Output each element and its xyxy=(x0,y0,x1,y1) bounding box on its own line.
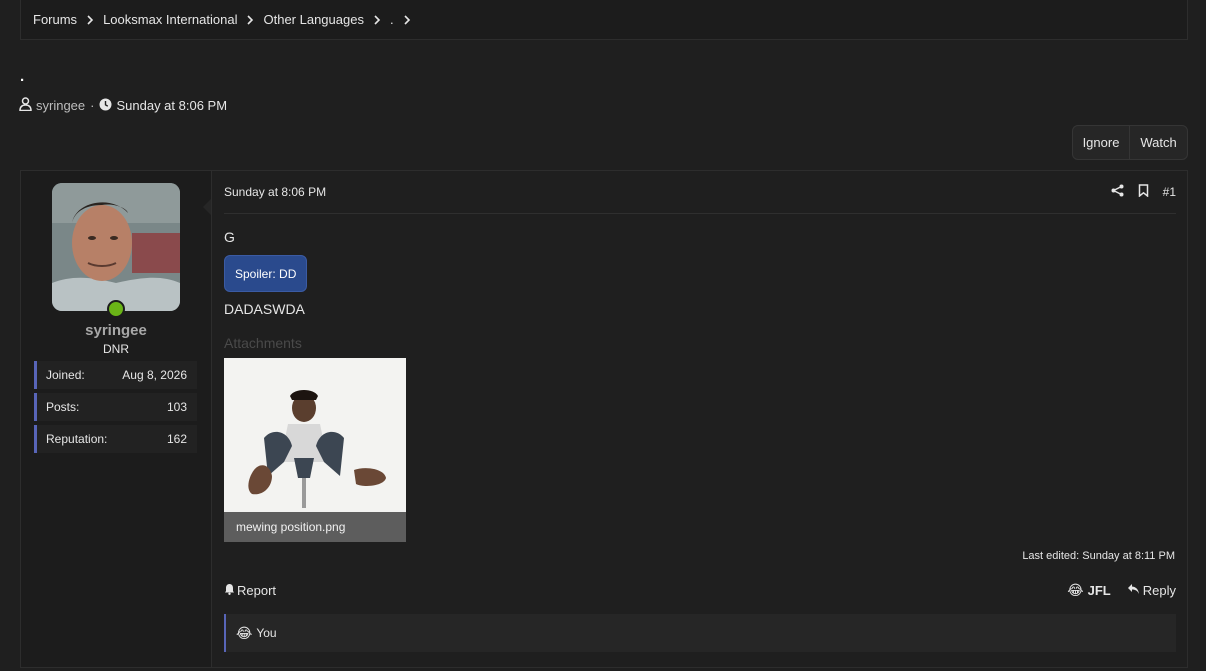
jfl-label: JFL xyxy=(1087,582,1111,598)
thread-author-link[interactable]: syringee xyxy=(36,98,85,113)
stat-posts: Posts: 103 xyxy=(34,393,197,421)
chevron-right-icon xyxy=(372,14,382,25)
breadcrumb-other-languages[interactable]: Other Languages xyxy=(263,12,363,27)
stat-value: 162 xyxy=(166,432,187,446)
stat-label: Reputation: xyxy=(46,432,108,446)
stat-value: 103 xyxy=(166,400,187,414)
laughing-emoji-icon: 😂 xyxy=(1067,582,1084,598)
breadcrumb-looksmax-international[interactable]: Looksmax International xyxy=(103,12,237,27)
ignore-button[interactable]: Ignore xyxy=(1073,126,1130,159)
meta-separator: · xyxy=(90,98,95,113)
stat-label: Joined: xyxy=(46,368,85,382)
thread-action-buttons: Ignore Watch xyxy=(1072,125,1188,160)
report-label: Report xyxy=(237,582,277,598)
chevron-right-icon xyxy=(245,14,255,25)
report-link[interactable]: Report xyxy=(224,583,276,598)
bookmark-icon[interactable] xyxy=(1138,184,1149,200)
breadcrumb: Forums Looksmax International Other Lang… xyxy=(20,0,1188,40)
post-username[interactable]: syringee xyxy=(21,322,211,339)
post-text-line: G xyxy=(224,229,235,245)
laughing-emoji-icon: 😂 xyxy=(236,625,253,641)
post-main-cell: Sunday at 8:06 PM #1 G Spoiler: DD DADAS… xyxy=(203,171,1187,667)
share-icon[interactable] xyxy=(1111,184,1124,200)
spoiler-button[interactable]: Spoiler: DD xyxy=(224,255,308,292)
post-date-link[interactable]: Sunday at 8:06 PM xyxy=(224,185,326,199)
thread-date-link[interactable]: Sunday at 8:06 PM xyxy=(116,98,227,113)
breadcrumb-forums[interactable]: Forums xyxy=(33,12,77,27)
reactions-text: You xyxy=(256,626,277,640)
stat-joined: Joined: Aug 8, 2026 xyxy=(34,361,197,389)
user-title: DNR xyxy=(103,342,129,356)
last-edited-note: Last edited: Sunday at 8:11 PM xyxy=(1022,550,1175,562)
attachments-heading: Attachments xyxy=(224,335,302,351)
post-user-cell: syringee DNR Joined: Aug 8, 2026 Posts: … xyxy=(21,171,211,667)
stat-label: Posts: xyxy=(46,400,80,414)
thread-meta: syringee · Sunday at 8:06 PM xyxy=(19,97,227,114)
chevron-right-icon xyxy=(402,14,412,25)
post-footer: Report 😂 JFL Reply xyxy=(224,580,1176,600)
reply-button[interactable]: Reply xyxy=(1127,583,1176,598)
post-header: Sunday at 8:06 PM #1 xyxy=(224,171,1176,214)
post-text-line: DADASWDA xyxy=(224,301,305,317)
reply-label: Reply xyxy=(1142,582,1176,598)
reply-icon xyxy=(1127,583,1140,598)
stat-reputation: Reputation: 162 xyxy=(34,425,197,453)
bell-icon xyxy=(224,583,235,598)
post-header-actions: #1 xyxy=(1111,184,1176,200)
reactions-bar[interactable]: 😂 You xyxy=(224,614,1176,652)
avatar[interactable] xyxy=(52,183,180,311)
post: syringee DNR Joined: Aug 8, 2026 Posts: … xyxy=(20,170,1188,668)
clock-icon xyxy=(99,98,112,114)
online-status-indicator xyxy=(107,300,125,318)
post-footer-actions: 😂 JFL Reply xyxy=(1067,583,1176,598)
stat-value: Aug 8, 2026 xyxy=(122,368,187,382)
jfl-reaction-button[interactable]: 😂 JFL xyxy=(1067,583,1110,598)
attachment-caption: mewing position.png xyxy=(224,512,406,542)
chevron-right-icon xyxy=(85,14,95,25)
watch-button[interactable]: Watch xyxy=(1130,126,1187,159)
attachment-thumbnail[interactable]: mewing position.png xyxy=(224,358,406,542)
page-title: . xyxy=(20,68,25,85)
user-icon xyxy=(19,97,32,114)
breadcrumb-current-thread[interactable]: . xyxy=(390,12,394,27)
post-number-link[interactable]: #1 xyxy=(1163,185,1176,199)
